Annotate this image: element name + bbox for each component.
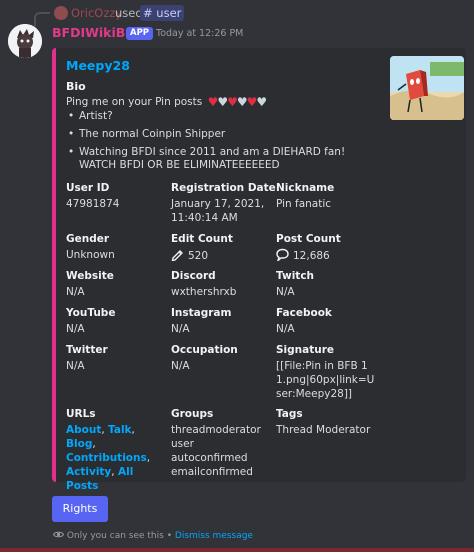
- app-badge: APP: [126, 27, 154, 40]
- reply-spine: [34, 12, 50, 26]
- field-nickname: Nickname Pin fanatic: [276, 182, 381, 211]
- group-item: emailconfirmed: [171, 466, 253, 478]
- bot-avatar[interactable]: [8, 24, 42, 58]
- field-value: N/A: [66, 286, 85, 298]
- field-name: Tags: [276, 408, 303, 420]
- field-name: Occupation: [171, 344, 238, 356]
- embed-title-link[interactable]: Meepy28: [66, 58, 130, 73]
- field-value: Pin fanatic: [276, 198, 332, 210]
- ephemeral-text: Only you can see this: [66, 531, 164, 541]
- pencil-icon: [171, 248, 184, 265]
- group-item: user: [171, 438, 194, 450]
- field-name: YouTube: [66, 307, 116, 319]
- field-value: N/A: [66, 360, 85, 372]
- post-count-value: 12,686: [293, 250, 330, 262]
- field-value: N/A: [66, 323, 85, 335]
- field-value: Unknown: [66, 249, 115, 261]
- new-messages-bar: [0, 548, 474, 552]
- field-signature: Signature [[File:Pin in BFB 11.png|60px|…: [276, 344, 376, 401]
- field-name: URLs: [66, 408, 96, 420]
- field-name: Gender: [66, 233, 110, 245]
- field-edit-count: Edit Count 520: [171, 233, 276, 265]
- field-value: Thread Moderator: [276, 424, 371, 436]
- url-links: About, Talk, Blog, Contributions, Activi…: [66, 424, 151, 492]
- field-value-row: 12,686: [276, 248, 381, 265]
- field-gender: Gender Unknown: [66, 233, 171, 262]
- field-twitter: Twitter N/A: [66, 344, 171, 373]
- bio-ping-text: Ping me on your Pin posts: [66, 96, 203, 108]
- field-name: Groups: [171, 408, 214, 420]
- bio-heading: Bio: [66, 80, 86, 93]
- field-instagram: Instagram N/A: [171, 307, 276, 336]
- reply-used-text: used: [115, 6, 143, 20]
- white-heart-icon: ♥: [256, 95, 268, 109]
- reply-avatar[interactable]: [54, 6, 68, 20]
- field-name: User ID: [66, 182, 110, 194]
- bio-list: Artist? The normal Coinpin Shipper Watchin…: [66, 110, 366, 177]
- field-name: Edit Count: [171, 233, 233, 245]
- field-facebook: Facebook N/A: [276, 307, 381, 336]
- field-name: Instagram: [171, 307, 232, 319]
- url-link-talk[interactable]: Talk: [108, 424, 131, 436]
- bio-ping-line: Ping me on your Pin posts ♥♥♥♥♥♥: [66, 95, 268, 109]
- field-value: N/A: [171, 323, 190, 335]
- embed-thumbnail[interactable]: [390, 56, 464, 120]
- command-mention[interactable]: # user: [140, 5, 185, 21]
- ephemeral-notice: Only you can see this • Dismiss message: [52, 530, 253, 541]
- url-link-about[interactable]: About: [66, 424, 101, 436]
- field-youtube: YouTube N/A: [66, 307, 171, 336]
- ephemeral-separator: •: [166, 531, 173, 541]
- field-name: Signature: [276, 344, 335, 356]
- edit-count-value: 520: [188, 250, 209, 262]
- field-name: Twitch: [276, 270, 315, 282]
- group-list: threadmoderator user autoconfirmed emailcon…: [171, 423, 276, 479]
- field-name: Website: [66, 270, 114, 282]
- url-link-activity[interactable]: Activity: [66, 466, 111, 478]
- field-name: Nickname: [276, 182, 335, 194]
- field-name: Facebook: [276, 307, 332, 319]
- field-name: Post Count: [276, 233, 341, 245]
- hearts-emoji-row: ♥♥♥♥♥♥: [208, 95, 268, 109]
- group-item: autoconfirmed: [171, 452, 248, 464]
- field-tags: Tags Thread Moderator: [276, 408, 381, 437]
- group-item: threadmoderator: [171, 424, 261, 436]
- field-user-id: User ID 47981874: [66, 182, 171, 211]
- url-link-contributions[interactable]: Contributions: [66, 452, 147, 464]
- field-post-count: Post Count 12,686: [276, 233, 381, 265]
- field-value: N/A: [276, 286, 295, 298]
- bio-list-item: Watching BFDI since 2011 and am a DIEHAR…: [66, 146, 366, 172]
- field-twitch: Twitch N/A: [276, 270, 381, 299]
- field-urls: URLs About, Talk, Blog, Contributions, A…: [66, 408, 166, 493]
- bio-list-item: The normal Coinpin Shipper: [66, 128, 366, 141]
- eye-icon: [52, 531, 67, 541]
- field-name: Twitter: [66, 344, 108, 356]
- field-name: Discord: [171, 270, 216, 282]
- field-value: N/A: [171, 360, 190, 372]
- field-value: wxthershrxb: [171, 286, 237, 298]
- field-value: January 17, 2021, 11:40:14 AM: [171, 198, 265, 224]
- field-value: N/A: [276, 323, 295, 335]
- bio-list-item: Artist?: [66, 110, 366, 123]
- field-value-row: 520: [171, 248, 276, 265]
- field-value: [[File:Pin in BFB 11.png|60px|link=User:…: [276, 360, 375, 400]
- field-occupation: Occupation N/A: [171, 344, 276, 373]
- speech-bubble-icon: [276, 248, 289, 265]
- field-registration-date: Registration Date January 17, 2021, 11:4…: [171, 182, 276, 225]
- field-discord: Discord wxthershrxb: [171, 270, 276, 299]
- url-link-blog[interactable]: Blog: [66, 438, 92, 450]
- dismiss-message-link[interactable]: Dismiss message: [175, 531, 253, 541]
- field-value: 47981874: [66, 198, 120, 210]
- rights-button[interactable]: Rights: [52, 496, 108, 522]
- message-timestamp: Today at 12:26 PM: [156, 28, 244, 39]
- field-website: Website N/A: [66, 270, 171, 299]
- profile-embed: Meepy28 Bio Ping me on your Pin posts ♥♥…: [52, 48, 466, 492]
- command-reply-line: OricOzzy used # user: [0, 0, 474, 26]
- field-groups: Groups threadmoderator user autoconfirmed e…: [171, 408, 276, 479]
- field-name: Registration Date: [171, 182, 276, 194]
